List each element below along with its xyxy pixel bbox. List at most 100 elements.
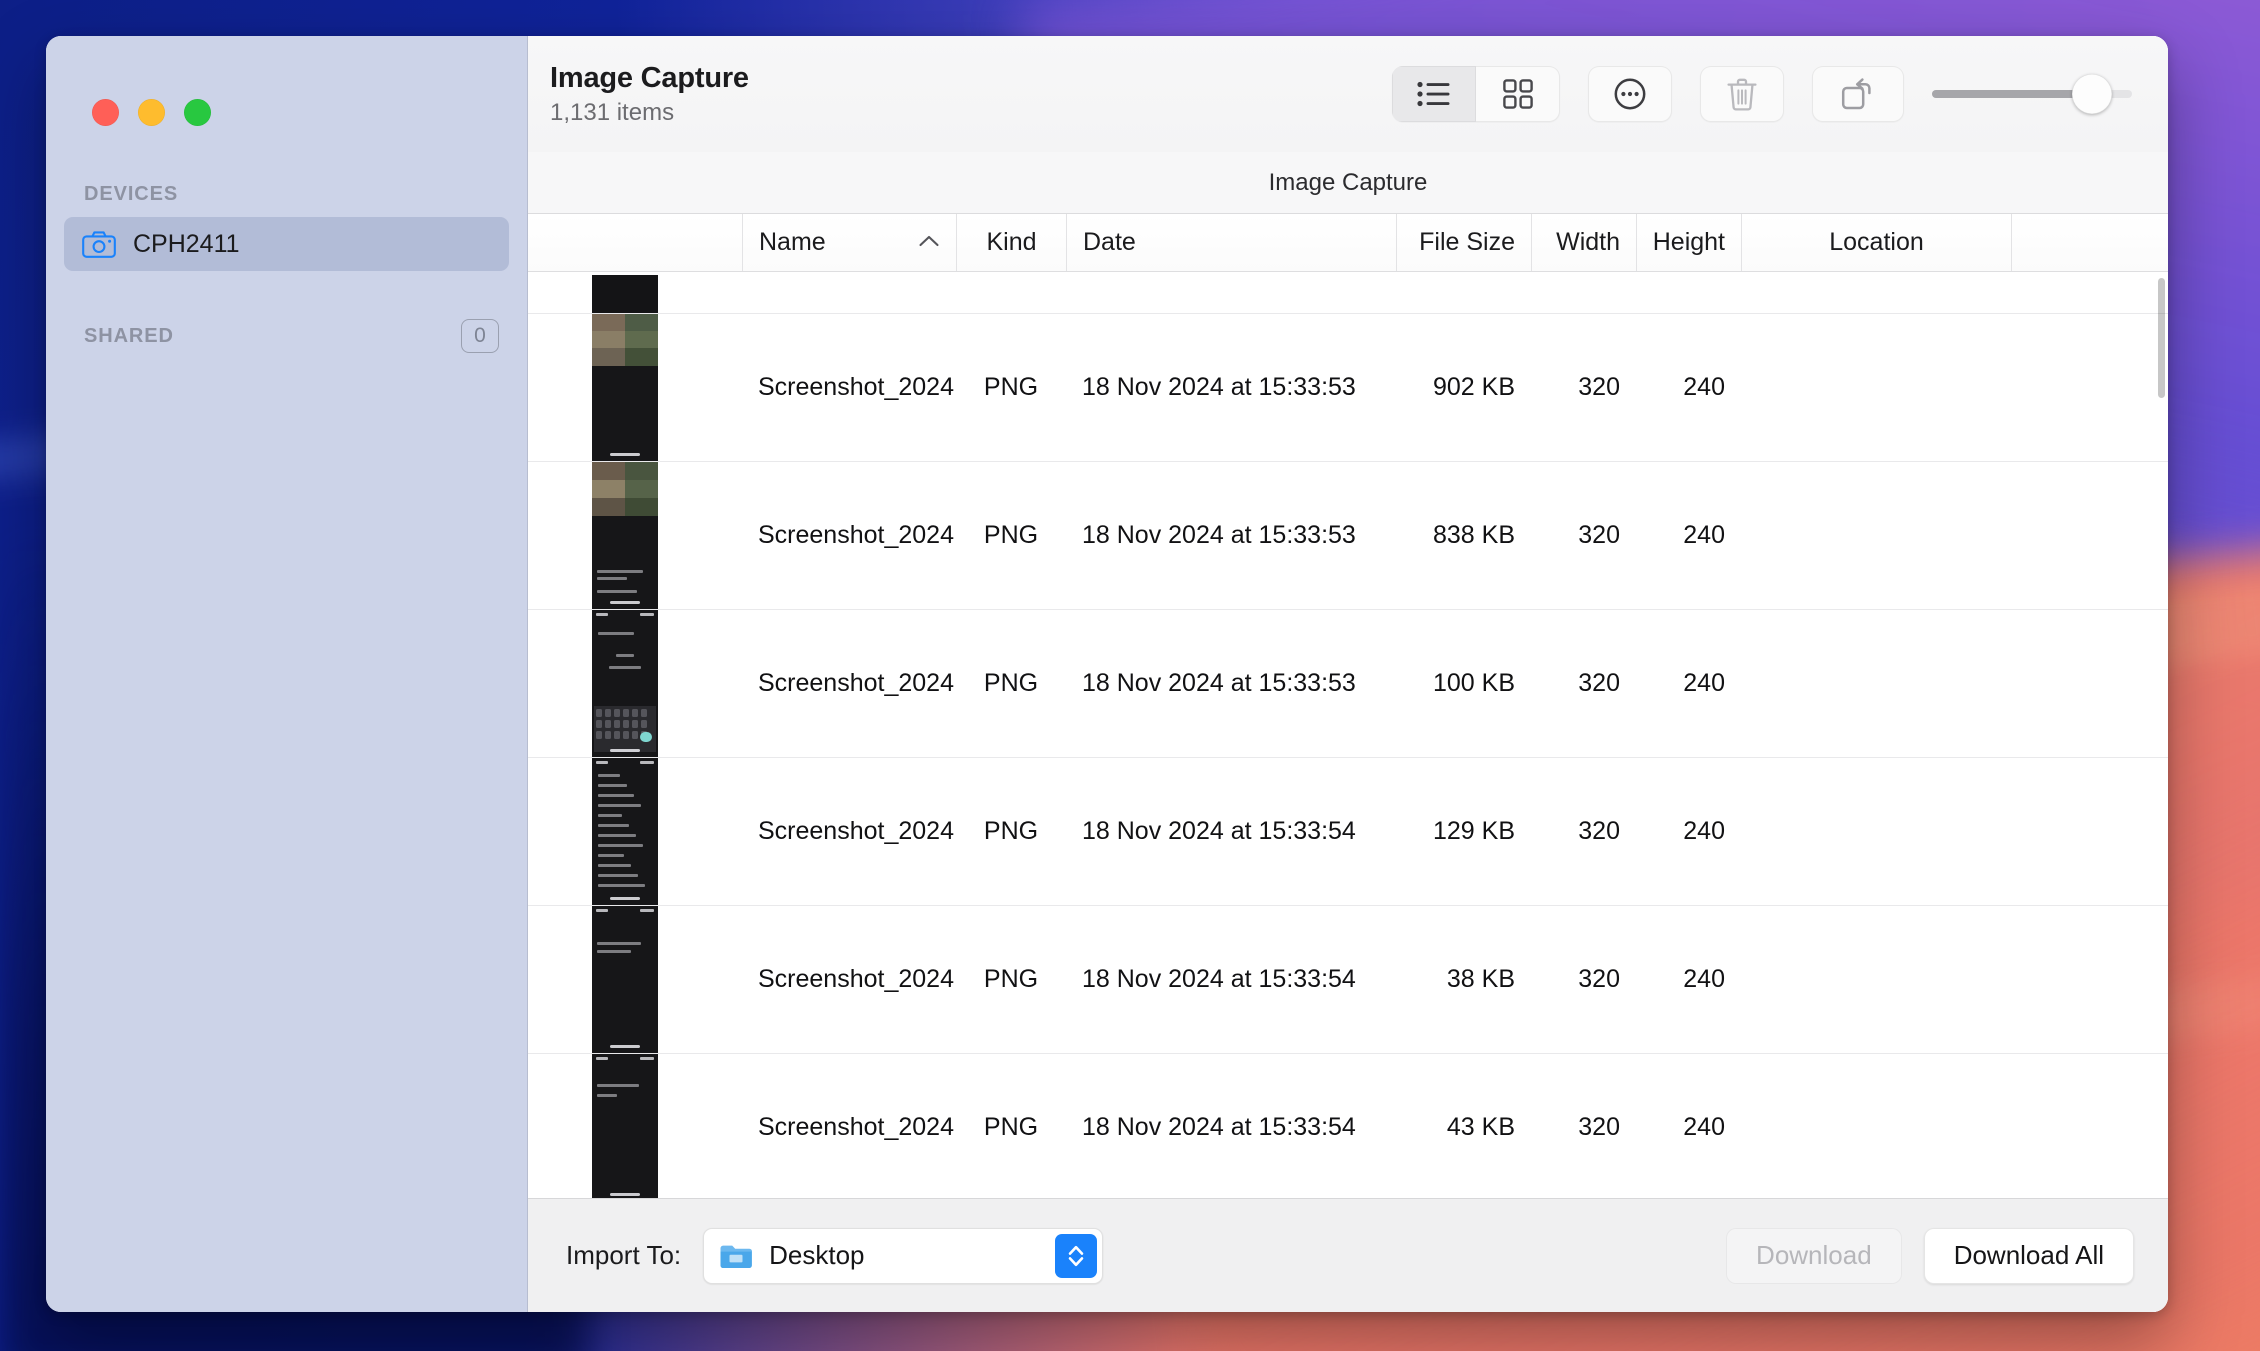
toolbar-actions	[1392, 66, 2132, 122]
column-header-file-size[interactable]: File Size	[1396, 214, 1531, 271]
vertical-scrollbar[interactable]	[2158, 278, 2165, 398]
table-row[interactable]: Screenshot_2024… PNG 18 Nov 2024 at 15:33:…	[528, 610, 2168, 758]
cell-location	[1741, 610, 2011, 757]
import-destination-select[interactable]: Desktop	[703, 1227, 1104, 1284]
table-row[interactable]	[528, 272, 2168, 314]
sidebar-item-label: CPH2411	[133, 229, 240, 258]
document-title-bar: Image Capture	[528, 152, 2168, 214]
cell-height: 240	[1683, 669, 1725, 697]
thumbnail-image	[592, 314, 658, 461]
column-label-kind: Kind	[986, 228, 1037, 256]
rotate-button[interactable]	[1812, 66, 1904, 122]
table-row[interactable]: Screenshot_2024… PNG 18 Nov 2024 at 15:33:…	[528, 758, 2168, 906]
thumbnail-image	[592, 1054, 658, 1198]
cell-file-size: 902 KB	[1432, 373, 1515, 401]
cell-name: Screenshot_2024…	[758, 817, 956, 845]
cell-height: 240	[1683, 965, 1725, 993]
image-capture-window: DEVICES CPH2411 SHARED 0 Image Capture 1…	[46, 36, 2168, 1312]
cell-file-size: 129 KB	[1432, 817, 1515, 845]
thumbnail-cell	[528, 462, 742, 609]
column-header-kind[interactable]: Kind	[956, 214, 1066, 271]
camera-icon	[82, 230, 116, 258]
table-row[interactable]: Screenshot_2024… PNG 18 Nov 2024 at 15:33:…	[528, 1054, 2168, 1198]
cell-name: Screenshot_2024…	[758, 373, 956, 401]
column-label-location: Location	[1829, 228, 1924, 256]
thumbnail-cell	[528, 906, 742, 1053]
file-list[interactable]: Screenshot_2024… PNG 18 Nov 2024 at 15:33:…	[528, 272, 2168, 1198]
close-button[interactable]	[92, 99, 119, 126]
minimize-button[interactable]	[138, 99, 165, 126]
footer-actions: Download Download All	[1726, 1227, 2134, 1284]
column-label-name: Name	[759, 228, 826, 256]
cell-location	[1741, 462, 2011, 609]
thumbnail-image	[592, 275, 658, 313]
maximize-button[interactable]	[184, 99, 211, 126]
thumbnail-image	[592, 906, 658, 1053]
cell-kind: PNG	[983, 373, 1039, 401]
cell-name: Screenshot_2024…	[758, 669, 956, 697]
cell-width: 320	[1578, 373, 1620, 401]
thumbnail-cell	[528, 1054, 742, 1198]
table-row[interactable]: Screenshot_2024… PNG 18 Nov 2024 at 15:33:…	[528, 314, 2168, 462]
cell-location	[1741, 314, 2011, 461]
cell-spacer	[2011, 462, 2168, 609]
folder-icon	[719, 1242, 753, 1270]
cell-height: 240	[1683, 373, 1725, 401]
cell-location	[1741, 906, 2011, 1053]
column-header-width[interactable]: Width	[1531, 214, 1636, 271]
cell-file-size: 100 KB	[1432, 669, 1515, 697]
cell-date: 18 Nov 2024 at 15:33:54	[1082, 1113, 1356, 1141]
column-label-date: Date	[1083, 228, 1136, 256]
cell-spacer	[2011, 610, 2168, 757]
cell-height: 240	[1683, 521, 1725, 549]
cell-name: Screenshot_2024…	[758, 965, 956, 993]
sidebar-item-cph2411[interactable]: CPH2411	[64, 217, 509, 271]
title-block: Image Capture 1,131 items	[550, 62, 749, 127]
thumbnail-cell	[528, 275, 742, 313]
download-all-button[interactable]: Download All	[1923, 1227, 2134, 1284]
zoom-slider[interactable]	[1932, 66, 2132, 122]
column-header-thumbnail	[528, 214, 742, 271]
column-header-name[interactable]: Name	[742, 214, 956, 271]
cell-width: 320	[1578, 1113, 1620, 1141]
table-column-headers: Name Kind Date File Size Width Height Lo…	[528, 214, 2168, 272]
column-label-width: Width	[1556, 228, 1620, 256]
download-button[interactable]: Download	[1726, 1227, 1902, 1284]
cell-date: 18 Nov 2024 at 15:33:54	[1082, 965, 1356, 993]
chevron-up-down-icon[interactable]	[1055, 1233, 1098, 1278]
table-row[interactable]: Screenshot_2024… PNG 18 Nov 2024 at 15:33:…	[528, 906, 2168, 1054]
page-title: Image Capture	[550, 61, 749, 94]
column-header-location[interactable]: Location	[1741, 214, 2011, 271]
cell-file-size: 838 KB	[1432, 521, 1515, 549]
sidebar-section-shared: SHARED 0	[46, 319, 527, 353]
view-mode-segmented-control[interactable]	[1392, 66, 1560, 122]
column-header-date[interactable]: Date	[1066, 214, 1396, 271]
grid-view-button[interactable]	[1476, 66, 1560, 122]
delete-button[interactable]	[1700, 66, 1784, 122]
shared-count-badge: 0	[461, 319, 499, 353]
cell-kind: PNG	[983, 669, 1039, 697]
thumbnail-cell	[528, 758, 742, 905]
main-content: Image Capture 1,131 items Image Capture …	[528, 36, 2168, 1312]
more-options-button[interactable]	[1588, 66, 1672, 122]
slider-thumb[interactable]	[2072, 74, 2112, 114]
table-row[interactable]: Screenshot_2024… PNG 18 Nov 2024 at 15:33:…	[528, 462, 2168, 610]
cell-kind: PNG	[983, 1113, 1039, 1141]
cell-location	[1741, 1054, 2011, 1198]
cell-date: 18 Nov 2024 at 15:33:54	[1082, 817, 1356, 845]
cell-date: 18 Nov 2024 at 15:33:53	[1082, 669, 1356, 697]
list-view-button[interactable]	[1392, 66, 1476, 122]
cell-width: 320	[1578, 521, 1620, 549]
cell-width: 320	[1578, 669, 1620, 697]
cell-name: Screenshot_2024…	[758, 1113, 956, 1141]
cell-kind: PNG	[983, 817, 1039, 845]
sidebar: DEVICES CPH2411 SHARED 0	[46, 36, 528, 1312]
column-header-height[interactable]: Height	[1636, 214, 1741, 271]
thumbnail-image	[592, 758, 658, 905]
cell-height: 240	[1683, 1113, 1725, 1141]
cell-spacer	[2011, 906, 2168, 1053]
column-label-file-size: File Size	[1419, 228, 1515, 256]
cell-location	[1741, 758, 2011, 905]
import-destination-value: Desktop	[769, 1240, 865, 1270]
thumbnail-cell	[528, 610, 742, 757]
